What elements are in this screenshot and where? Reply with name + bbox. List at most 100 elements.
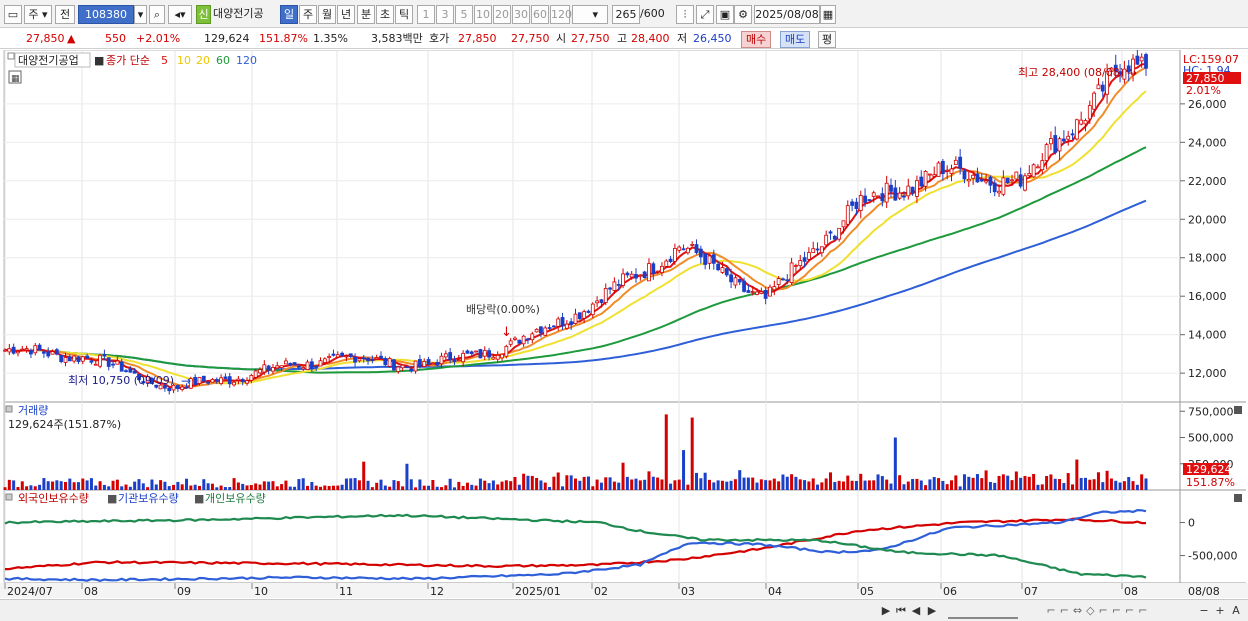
- compare-icon[interactable]: ⤢: [696, 5, 714, 24]
- first-page-button[interactable]: ⏮: [894, 603, 908, 619]
- candle-body: [949, 168, 954, 174]
- chart-type-icon[interactable]: ⫶: [676, 5, 694, 24]
- zoom-in-button[interactable]: +: [1214, 603, 1226, 619]
- volume-bar: [306, 485, 310, 490]
- volume-bar: [556, 472, 560, 490]
- zoom-slider[interactable]: [948, 603, 1018, 619]
- tab-tick[interactable]: 틱: [395, 5, 413, 24]
- custom-interval-select[interactable]: ▾: [572, 5, 608, 24]
- volume-bar: [850, 480, 854, 490]
- volume-bar: [1023, 475, 1027, 490]
- volume-bar: [1075, 459, 1079, 490]
- tab-day[interactable]: 일: [280, 5, 298, 24]
- interval-3[interactable]: 3: [436, 5, 454, 24]
- candle-body: [370, 359, 375, 361]
- next-page-button[interactable]: ▶: [926, 603, 938, 619]
- high-annotation: 최고 28,400 (08/08): [1018, 66, 1124, 79]
- tab-week[interactable]: 주: [299, 5, 317, 24]
- volume-bar: [937, 478, 941, 490]
- candle-body: [335, 354, 340, 358]
- candle-body: [625, 272, 630, 276]
- interval-60[interactable]: 60: [531, 5, 549, 24]
- volume-bar: [828, 472, 832, 490]
- volume-bar: [509, 481, 513, 490]
- date-input[interactable]: 2025/08/08: [754, 5, 820, 24]
- candle-body: [716, 263, 721, 271]
- interval-20[interactable]: 20: [493, 5, 511, 24]
- volume-bar: [530, 475, 534, 490]
- volume-bar: [167, 486, 171, 490]
- volume-bar: [958, 486, 962, 490]
- interval-120[interactable]: 120: [550, 5, 572, 24]
- candle-body: [573, 313, 578, 324]
- sell-button[interactable]: 매도: [780, 31, 811, 48]
- interval-5[interactable]: 5: [455, 5, 473, 24]
- candle-body: [703, 253, 708, 265]
- price-tick-label: 12,000: [1188, 367, 1227, 380]
- candle-body: [616, 284, 621, 286]
- x-axis-label: 06: [943, 585, 957, 598]
- data-count-input[interactable]: 265: [612, 5, 640, 24]
- volume-bar: [962, 474, 966, 490]
- holding-close-icon[interactable]: [1234, 494, 1242, 502]
- candle-body: [245, 380, 249, 384]
- zoom-out-button[interactable]: −: [1198, 603, 1210, 619]
- interval-30[interactable]: 30: [512, 5, 530, 24]
- layout-icon[interactable]: ▭: [4, 5, 22, 24]
- auto-scale-button[interactable]: A: [1230, 603, 1242, 619]
- volume-bar: [535, 477, 539, 490]
- prev-page-button[interactable]: ◀: [910, 603, 922, 619]
- stock-code-input[interactable]: 108380: [78, 5, 134, 24]
- volume-bar: [55, 480, 59, 490]
- volume-bar: [820, 482, 824, 490]
- volume-bar: [720, 480, 724, 490]
- volume-bar: [651, 476, 655, 490]
- candle-body: [664, 260, 669, 267]
- period-select[interactable]: 주 ▾: [24, 5, 52, 24]
- stock-chart[interactable]: 대양전기공업 ■ 종가 단순 5 10 20 60 120 ▦ LC:159.0…: [0, 46, 1248, 598]
- candle-body: [1144, 54, 1148, 69]
- candle-body: [962, 170, 967, 180]
- interval-10[interactable]: 10: [474, 5, 492, 24]
- interval-1[interactable]: 1: [417, 5, 435, 24]
- prev-button[interactable]: 전: [55, 5, 75, 24]
- calendar-icon[interactable]: ▦: [820, 5, 836, 24]
- volume-bar: [232, 478, 236, 490]
- tab-second[interactable]: 초: [376, 5, 394, 24]
- tab-year[interactable]: 년: [337, 5, 355, 24]
- volume-bar: [189, 485, 193, 490]
- sound-icon[interactable]: ◂▾: [168, 5, 192, 24]
- buy-button[interactable]: 매수: [741, 31, 772, 48]
- up-arrow-icon: ▲: [67, 32, 76, 45]
- candle-body: [93, 363, 98, 366]
- volume-panel-icon[interactable]: [5, 405, 13, 413]
- candle-body: [387, 358, 392, 367]
- candle-body: [858, 195, 863, 211]
- tab-minute[interactable]: 분: [357, 5, 375, 24]
- candle-body: [897, 192, 902, 199]
- candle-body: [755, 291, 759, 295]
- volume-bar: [1083, 477, 1087, 490]
- candle-body: [418, 359, 422, 367]
- open-price: 27,750: [571, 32, 610, 45]
- volume-close-icon[interactable]: [1234, 406, 1242, 414]
- candle-body: [413, 360, 418, 372]
- candle-body: [379, 355, 383, 359]
- gear-icon[interactable]: ⚙: [734, 5, 752, 24]
- holding-panel-icon[interactable]: [5, 493, 13, 501]
- scroll-right-button[interactable]: ▶: [880, 603, 892, 619]
- volume-bar: [76, 482, 80, 490]
- candle-body: [456, 359, 461, 362]
- code-dropdown-icon[interactable]: ▾: [134, 5, 147, 24]
- candle-body: [227, 376, 232, 385]
- drawing-tools-icon[interactable]: ⌐⌐⇔◇⌐⌐⌐⌐: [1024, 603, 1174, 619]
- eval-button[interactable]: 평: [818, 31, 837, 48]
- candle-body: [690, 243, 695, 246]
- candle-body: [547, 327, 552, 329]
- tab-month[interactable]: 월: [318, 5, 336, 24]
- save-icon[interactable]: ▣: [716, 5, 734, 24]
- search-icon[interactable]: ⌕: [149, 5, 165, 24]
- candle-body: [210, 379, 215, 383]
- candle-body: [262, 364, 267, 373]
- volume-bar: [794, 476, 798, 490]
